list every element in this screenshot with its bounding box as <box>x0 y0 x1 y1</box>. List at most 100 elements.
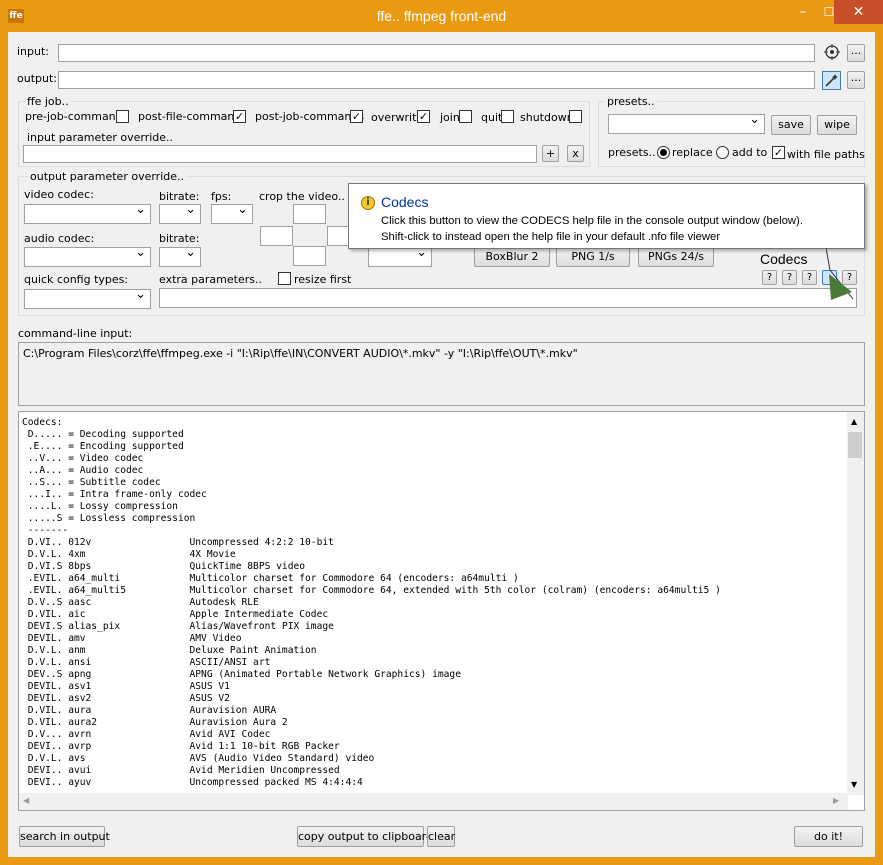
add-to-label: add to <box>732 146 768 159</box>
audio-bitrate-select[interactable] <box>159 245 201 267</box>
with-file-paths-label: with file paths <box>787 148 865 161</box>
replace-radio[interactable] <box>657 146 670 159</box>
console-line: D.V.L. avs AVS (Audio Video Standard) vi… <box>22 753 375 764</box>
close-button[interactable]: ✕ <box>834 0 883 24</box>
search-in-output-button[interactable]: search in output <box>19 826 110 847</box>
clear-button[interactable]: clear <box>427 826 455 847</box>
tooltip-title: Codecs <box>381 194 429 210</box>
scroll-thumb[interactable] <box>848 432 862 458</box>
console-line: D.VIL. aura2 Auravision Aura 2 <box>22 717 288 728</box>
boxblur-button[interactable]: BoxBlur 2 <box>474 247 550 267</box>
scroll-up-icon[interactable]: ▲ <box>851 417 857 426</box>
extra-parameters-field[interactable] <box>159 288 857 308</box>
crop-left-field[interactable] <box>260 226 293 246</box>
magic-wand-icon[interactable] <box>822 71 841 90</box>
post-job-commands-checkbox[interactable]: ✓ <box>350 110 363 123</box>
console-line: D.VI.. 012v Uncompressed 4:2:2 10-bit <box>22 537 334 548</box>
pre-job-commands-label: pre-job-commands <box>25 110 129 123</box>
codecs-label: Codecs <box>760 251 808 267</box>
output-browse-button[interactable]: ... <box>847 71 865 89</box>
codecs-tooltip: i Codecs Click this button to view the C… <box>348 183 865 249</box>
console-line: DEVI.. ayuv Uncompressed packed MS 4:4:4… <box>22 777 363 788</box>
console-line: ------- <box>22 525 69 536</box>
fps-select[interactable] <box>211 202 253 224</box>
window-title: ffe.. ffmpeg front-end <box>376 8 507 24</box>
post-file-command-checkbox[interactable]: ✓ <box>233 110 246 123</box>
console-line: DEVI.. avui Avid Meridien Uncompressed <box>22 765 340 776</box>
input-label: input: <box>17 45 50 58</box>
overwrite-checkbox[interactable]: ✓ <box>417 110 430 123</box>
video-codec-select[interactable] <box>24 202 151 224</box>
input-override-clear-button[interactable]: x <box>567 145 584 162</box>
output-field[interactable] <box>58 71 815 89</box>
post-file-command-label: post-file-command <box>138 110 242 123</box>
quick-config-select[interactable] <box>24 287 151 309</box>
presets-select[interactable] <box>608 112 765 134</box>
help-button-3[interactable]: ? <box>802 270 817 285</box>
console-line: .EVIL. a64_multi Multicolor charset for … <box>22 573 519 584</box>
do-it-button[interactable]: do it! <box>794 826 863 847</box>
crop-top-field[interactable] <box>293 204 326 224</box>
shutdown-label: shutdown <box>520 111 574 124</box>
input-field[interactable] <box>58 44 815 62</box>
presets-wipe-button[interactable]: wipe <box>817 115 857 135</box>
help-button-1[interactable]: ? <box>762 270 777 285</box>
console-line: D.V.L. 4xm 4X Movie <box>22 549 236 560</box>
shutdown-checkbox[interactable] <box>569 110 582 123</box>
console-output[interactable]: Codecs: D..... = Decoding supported .E..… <box>18 411 865 811</box>
overwrite-label: overwrite <box>371 111 424 124</box>
mouse-cursor-icon <box>825 247 856 302</box>
crop-right-field[interactable] <box>327 226 349 246</box>
quit-checkbox[interactable] <box>501 110 514 123</box>
window-frame-bottom <box>0 857 883 865</box>
console-line: D.VI.S 8bps QuickTime 8BPS video <box>22 561 306 572</box>
fps-label: fps: <box>211 190 232 203</box>
command-line-input[interactable]: C:\Program Files\corz\ffe\ffmpeg.exe -i … <box>18 342 865 406</box>
console-line: D.VIL. aic Apple Intermediate Codec <box>22 609 329 620</box>
console-line: D.VIL. aura Auravision AURA <box>22 705 277 716</box>
console-line: D..... = Decoding supported <box>22 429 184 440</box>
scroll-down-icon[interactable]: ▼ <box>851 780 857 789</box>
audio-codec-select[interactable] <box>24 245 151 267</box>
tooltip-line-1: Click this button to view the CODECS hel… <box>381 215 803 227</box>
target-icon[interactable] <box>823 44 841 62</box>
vertical-scrollbar[interactable]: ▲ ▼ <box>847 412 864 795</box>
console-line: ...I.. = Intra frame-only codec <box>22 489 207 500</box>
window-frame-left <box>0 32 8 865</box>
scroll-right-icon[interactable]: ▶ <box>833 796 839 805</box>
add-to-radio[interactable] <box>716 146 729 159</box>
quit-label: quit <box>481 111 503 124</box>
console-line: ..A... = Audio codec <box>22 465 144 476</box>
crop-bottom-field[interactable] <box>293 246 326 266</box>
minimize-button[interactable]: – <box>790 0 816 24</box>
video-bitrate-select[interactable] <box>159 202 201 224</box>
join-checkbox[interactable] <box>459 110 472 123</box>
png-1s-button[interactable]: PNG 1/s <box>556 247 630 267</box>
info-icon: i <box>361 196 375 210</box>
scroll-left-icon[interactable]: ◀ <box>23 796 29 805</box>
input-browse-button[interactable]: ... <box>847 44 865 62</box>
console-line: DEVIL. asv1 ASUS V1 <box>22 681 230 692</box>
console-line: Codecs: <box>22 417 63 428</box>
resize-first-checkbox[interactable] <box>278 272 291 285</box>
extra-parameters-label: extra parameters.. <box>159 273 262 286</box>
output-override-group-label: output parameter override.. <box>28 170 187 183</box>
copy-output-button[interactable]: copy output to clipboard <box>297 826 433 847</box>
horizontal-scrollbar[interactable]: ◀ ▶ <box>19 793 848 810</box>
resize-first-label: resize first <box>294 273 352 286</box>
pngs-24s-button[interactable]: PNGs 24/s <box>638 247 714 267</box>
presets-save-button[interactable]: save <box>771 115 811 135</box>
presets-group-label: presets.. <box>605 95 657 108</box>
console-line: D.V.L. anm Deluxe Paint Animation <box>22 645 317 656</box>
input-override-field[interactable] <box>23 145 537 163</box>
console-line: D.V... avrn Avid AVI Codec <box>22 729 271 740</box>
pre-job-commands-checkbox[interactable] <box>116 110 129 123</box>
audio-extra-select[interactable] <box>368 245 432 267</box>
command-line-text: C:\Program Files\corz\ffe\ffmpeg.exe -i … <box>23 347 578 360</box>
console-line: ..V... = Video codec <box>22 453 144 464</box>
console-line: DEV..S apng APNG (Animated Portable Netw… <box>22 669 461 680</box>
console-line: ..S... = Subtitle codec <box>22 477 161 488</box>
input-override-add-button[interactable]: + <box>542 145 559 162</box>
with-file-paths-checkbox[interactable]: ✓ <box>772 146 785 159</box>
help-button-2[interactable]: ? <box>782 270 797 285</box>
